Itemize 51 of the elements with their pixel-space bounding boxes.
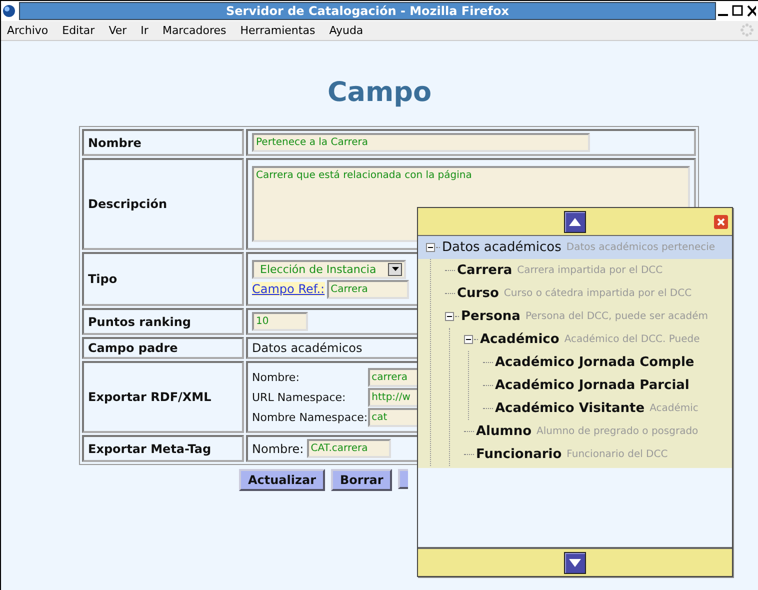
tree-item[interactable]: Funcionario Funcionario del DCC [450,443,732,466]
close-icon[interactable] [747,5,756,17]
tree-item[interactable]: Académico Visitante Académic [469,397,732,420]
field-label: Exportar Meta-Tag [82,435,244,462]
campo-ref-link[interactable]: Campo Ref.: [252,282,325,296]
field-label: Nombre: [252,370,300,384]
field-label: Descripción [82,158,244,250]
window-title: Servidor de Catalogación - Mozilla Firefox [19,2,716,20]
tree-item[interactable]: Persona Persona del DCC, puede ser académ [431,305,732,328]
menu-item[interactable]: Marcadores [162,24,226,37]
tree-item[interactable]: Curso Curso o cátedra impartida por el DCC [431,282,732,305]
tree-item[interactable]: Carrera Carrera impartida por el DCC [431,259,732,282]
tree-item[interactable]: Datos académicos Datos académicos pertenecie [418,236,732,259]
menu-item[interactable]: Ir [140,24,148,37]
tree-item[interactable]: Académico Jornada Comple [469,351,732,374]
maximize-icon[interactable] [732,5,743,17]
menu-item[interactable]: Archivo [7,24,48,37]
scroll-down-button[interactable] [564,552,586,574]
field-label: Nombre: [252,442,304,456]
form-button[interactable]: Borrar [331,469,392,491]
scroll-up-button[interactable] [564,210,586,232]
text-field[interactable]: CAT.carrera [306,439,391,458]
collapse-icon[interactable] [426,243,435,252]
text-field[interactable]: Carrera [326,280,409,298]
tree-item[interactable]: Académico Jornada Parcial [469,374,732,397]
menu-item[interactable]: Ver [108,24,127,37]
collapse-icon[interactable] [464,335,473,344]
field-label: Puntos ranking [82,308,244,335]
up-arrow-icon [569,218,581,226]
tree-item[interactable]: Académico Académico del DCC. Puede [450,328,732,351]
dropdown-arrow-icon [392,267,399,271]
type-select[interactable]: Elección de Instancia [252,260,406,278]
field-label: Exportar RDF/XML [82,361,244,433]
field-label: URL Namespace: [252,390,347,404]
field-value: Datos académicos [252,341,362,355]
down-arrow-icon [569,558,581,566]
field-label: Tipo [82,252,244,306]
globe-icon [3,5,15,17]
menu-item[interactable]: Editar [62,24,95,37]
tree-item[interactable]: Alumno Alumno de pregrado o posgrado [450,420,732,443]
ranking-field[interactable]: 10 [252,312,308,331]
text-field[interactable]: Pertenece a la Carrera [252,133,590,152]
field-label: Campo padre [82,337,244,359]
partial-button[interactable] [398,469,408,489]
field-label: Nombre Namespace: [252,410,368,424]
page-heading: Campo [326,76,433,110]
collapse-icon[interactable] [445,312,454,321]
menu-item[interactable]: Ayuda [329,24,364,37]
menu-item[interactable]: Herramientas [240,24,316,37]
field-label: Nombre [82,129,244,156]
form-button[interactable]: Actualizar [239,469,326,491]
